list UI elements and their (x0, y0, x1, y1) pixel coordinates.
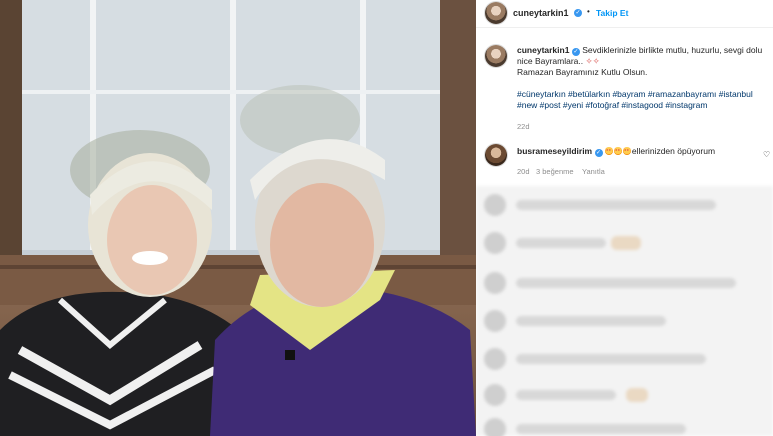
caption-author-avatar[interactable] (485, 45, 507, 67)
caption-username[interactable]: cuneytarkin1 (517, 45, 569, 55)
post-caption: cuneytarkin1 ✓ Sevdiklerinizle birlikte … (517, 45, 765, 111)
post-side-panel: cuneytarkin1 ✓ • Takip Et cuneytarkin1 ✓… (476, 0, 773, 436)
blurred-avatar (484, 232, 506, 254)
blurred-avatar (484, 272, 506, 294)
verified-badge-icon: ✓ (571, 48, 580, 56)
heart-eyes-emoji-icon (604, 147, 613, 155)
blurred-avatar (484, 348, 506, 370)
comment-like-heart-icon[interactable]: ♡ (763, 150, 770, 159)
comment-body: busrameseyildirim ✓ ellerinizden öpüyoru… (517, 146, 715, 157)
blurred-row (516, 200, 716, 210)
verified-badge-icon: ✓ (594, 149, 603, 157)
comment-reply-button[interactable]: Yanıtla (582, 167, 605, 176)
blurred-avatar (484, 418, 506, 436)
blurred-row (516, 316, 666, 326)
follow-button[interactable]: Takip Et (596, 8, 628, 18)
heart-eyes-emoji-icon (613, 147, 622, 155)
blurred-emoji (611, 236, 641, 250)
comment-text: ellerinizden öpüyorum (631, 146, 716, 156)
photo-illustration (0, 0, 476, 436)
commenter-username[interactable]: busrameseyildirim (517, 146, 592, 156)
commenter-avatar[interactable] (485, 144, 507, 166)
blurred-comments-area (476, 186, 773, 436)
blurred-row (516, 424, 686, 434)
blurred-row (516, 390, 616, 400)
post-header: cuneytarkin1 ✓ • Takip Et (476, 0, 773, 28)
author-avatar[interactable] (485, 2, 507, 24)
comment-likes[interactable]: 3 beğenme (536, 167, 574, 176)
blurred-avatar (484, 310, 506, 332)
separator-dot: • (587, 7, 590, 16)
heart-eyes-emoji-icon (622, 147, 631, 155)
blurred-avatar (484, 384, 506, 406)
blurred-avatar (484, 194, 506, 216)
post-time[interactable]: 22d (517, 122, 530, 131)
blurred-row (516, 238, 606, 248)
post-photo[interactable] (0, 0, 476, 436)
caption-hashtags[interactable]: #cüneytarkın #betülarkın #bayram #ramaza… (517, 89, 753, 110)
blurred-row (516, 278, 736, 288)
author-username[interactable]: cuneytarkin1 (513, 8, 569, 18)
blurred-emoji (626, 388, 648, 402)
sparkle-emoji-icon: ✧✧ (585, 56, 600, 66)
blurred-row (516, 354, 706, 364)
verified-badge-icon: ✓ (574, 9, 582, 17)
caption-line-2: Ramazan Bayramınız Kutlu Olsun. (517, 67, 648, 77)
comment-time[interactable]: 20d (517, 167, 530, 176)
